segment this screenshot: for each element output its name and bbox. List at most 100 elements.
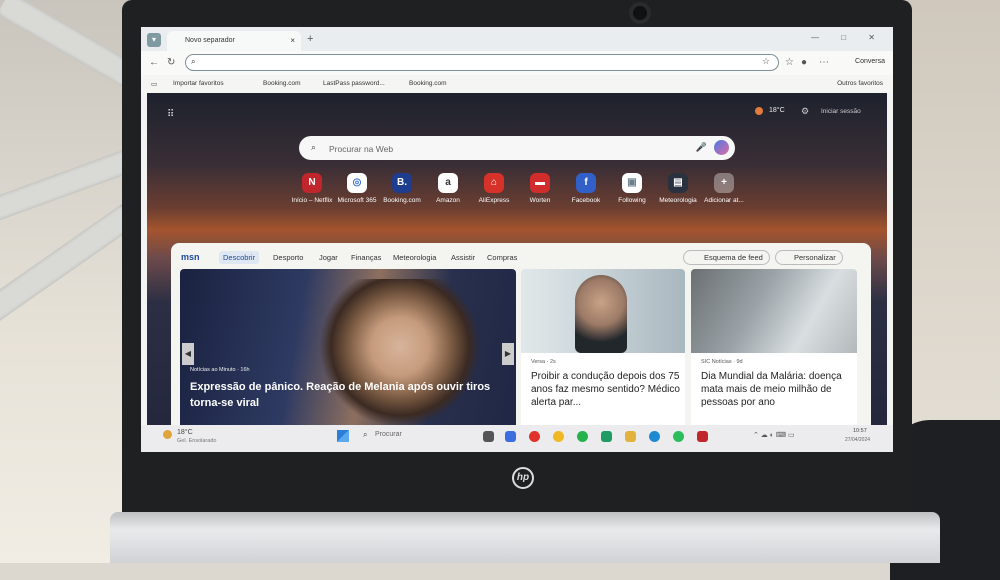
tile-label: Worten bbox=[529, 197, 551, 204]
tile-label: Booking.com bbox=[383, 197, 421, 204]
menu-icon[interactable]: ⋯ bbox=[819, 57, 829, 68]
add-shortcut-button[interactable]: + Adicionar at... bbox=[699, 173, 749, 204]
bookmarks-icon: ▭ bbox=[151, 81, 158, 88]
quick-link-aliexpress[interactable]: ⌂ AliExpress bbox=[469, 173, 519, 204]
weather-tile-icon: ▤ bbox=[668, 173, 688, 193]
tile-label: Microsoft 365 bbox=[337, 197, 377, 204]
microphone-icon[interactable]: 🎤 bbox=[696, 142, 707, 153]
weather-temp[interactable]: 18°C bbox=[769, 107, 785, 114]
favorite-star-icon[interactable]: ☆ bbox=[762, 56, 770, 67]
news-card-featured[interactable]: ◀ ▶ Notícias ao Minuto · 16h Expressão d… bbox=[180, 269, 516, 429]
news-card[interactable]: Versa · 2s Proibir a condução depois dos… bbox=[521, 269, 685, 429]
nav-tab-assistir[interactable]: Assistir bbox=[451, 253, 475, 262]
spotify-icon[interactable] bbox=[577, 431, 588, 442]
nav-tab-compras[interactable]: Compras bbox=[487, 253, 517, 262]
bookmark-import[interactable]: Importar favoritos bbox=[173, 80, 224, 87]
teams-icon[interactable] bbox=[505, 431, 516, 442]
windows-start-icon[interactable] bbox=[337, 430, 349, 442]
clock-date[interactable]: 27/04/2024 bbox=[845, 437, 870, 443]
tab-title: Novo separador bbox=[185, 37, 235, 44]
nav-tab-financas[interactable]: Finanças bbox=[351, 253, 381, 262]
following-icon: ▣ bbox=[622, 173, 642, 193]
copilot-icon[interactable] bbox=[714, 140, 729, 155]
worten-icon: ▬ bbox=[530, 173, 550, 193]
edge-icon[interactable] bbox=[649, 431, 660, 442]
bookmark-booking[interactable]: Booking.com bbox=[263, 80, 301, 87]
new-tab-button[interactable]: + bbox=[307, 33, 313, 45]
taskbar-weather-temp[interactable]: 18°C bbox=[177, 429, 193, 436]
opera-icon[interactable] bbox=[529, 431, 540, 442]
copilot-button[interactable]: Conversa bbox=[855, 58, 885, 65]
clock-time[interactable]: 10:57 bbox=[853, 428, 867, 434]
add-icon: + bbox=[714, 173, 734, 193]
webcam bbox=[629, 2, 651, 24]
aliexpress-icon: ⌂ bbox=[484, 173, 504, 193]
quick-link-netflix[interactable]: N Início – Netflix bbox=[287, 173, 337, 204]
news-source: SIC Notícias · 9d bbox=[701, 359, 743, 365]
netflix-taskbar-icon[interactable] bbox=[697, 431, 708, 442]
msn-feed: msn Descobrir Desporto Jogar Finanças Me… bbox=[171, 243, 871, 452]
window-controls[interactable]: — □ ✕ bbox=[811, 33, 885, 42]
whatsapp-icon[interactable] bbox=[601, 431, 612, 442]
news-title[interactable]: Expressão de pânico. Reação de Melania a… bbox=[190, 379, 506, 411]
nav-tab-jogar[interactable]: Jogar bbox=[319, 253, 338, 262]
file-explorer-icon[interactable] bbox=[625, 431, 636, 442]
taskbar-weather-desc: Gel. Ensolarado bbox=[177, 438, 217, 444]
hp-logo: hp bbox=[512, 467, 534, 489]
refresh-icon[interactable]: ↻ bbox=[167, 57, 175, 68]
profile-icon[interactable]: ● bbox=[801, 57, 807, 68]
chevron-right-icon[interactable]: ▶ bbox=[502, 343, 514, 365]
quick-link-microsoft365[interactable]: ◎ Microsoft 365 bbox=[332, 173, 382, 204]
task-view-icon[interactable] bbox=[483, 431, 494, 442]
tile-label: Meteorologia bbox=[659, 197, 697, 204]
quick-link-worten[interactable]: ▬ Worten bbox=[515, 173, 565, 204]
back-icon[interactable]: ← bbox=[149, 57, 159, 68]
chrome-icon[interactable] bbox=[553, 431, 564, 442]
windows-taskbar: 18°C Gel. Ensolarado ⌕ Procurar ⌃ ☁ ◐ ⌨ … bbox=[141, 425, 893, 452]
taskbar-search[interactable]: Procurar bbox=[375, 431, 402, 438]
bookmark-lastpass[interactable]: LastPass password... bbox=[323, 80, 385, 87]
netflix-icon: N bbox=[302, 173, 322, 193]
laptop-screen: ▾ Novo separador × + — □ ✕ ← ↻ ⌕ ☆ ☆ ● ⋯… bbox=[141, 27, 893, 452]
quick-link-amazon[interactable]: a Amazon bbox=[423, 173, 473, 204]
tile-label: Following bbox=[618, 197, 646, 204]
quick-link-facebook[interactable]: f Facebook bbox=[561, 173, 611, 204]
tile-label: Amazon bbox=[436, 197, 460, 204]
search-icon: ⌕ bbox=[363, 430, 368, 439]
news-title[interactable]: Proibir a condução depois dos 75 anos fa… bbox=[531, 370, 681, 409]
msn-logo[interactable]: msn bbox=[181, 252, 200, 262]
tab-new[interactable]: Novo separador × bbox=[167, 31, 301, 51]
url-input[interactable]: ⌕ ☆ bbox=[185, 54, 779, 71]
news-title[interactable]: Dia Mundial da Malária: doença mata mais… bbox=[701, 370, 853, 409]
bookmark-booking-2[interactable]: Booking.com bbox=[409, 80, 447, 87]
feed-layout-button[interactable]: Esquema de feed bbox=[683, 250, 770, 265]
tile-label: Adicionar at... bbox=[704, 197, 744, 204]
nav-tab-descobrir[interactable]: Descobrir bbox=[219, 251, 260, 264]
msn-nav: msn Descobrir Desporto Jogar Finanças Me… bbox=[171, 249, 871, 267]
news-card[interactable]: SIC Notícias · 9d Dia Mundial da Malária… bbox=[691, 269, 857, 429]
amazon-icon: a bbox=[438, 173, 458, 193]
weather-widget-icon[interactable] bbox=[163, 430, 172, 439]
chevron-left-icon[interactable]: ◀ bbox=[182, 343, 194, 365]
apps-grid-icon[interactable]: ⠿ bbox=[167, 109, 174, 120]
sign-in-link[interactable]: Iniciar sessão bbox=[821, 108, 861, 115]
tile-label: Início – Netflix bbox=[291, 197, 333, 204]
nav-tab-meteorologia[interactable]: Meteorologia bbox=[393, 253, 436, 262]
quick-link-booking[interactable]: B. Booking.com bbox=[377, 173, 427, 204]
other-bookmarks[interactable]: Outros favoritos bbox=[837, 80, 883, 87]
quick-link-following[interactable]: ▣ Following bbox=[607, 173, 657, 204]
close-tab-icon[interactable]: × bbox=[290, 36, 295, 45]
whatsapp-desktop-icon[interactable] bbox=[673, 431, 684, 442]
system-tray-icons[interactable]: ⌃ ☁ ◐ ⌨ ▭ bbox=[753, 431, 795, 439]
booking-icon: B. bbox=[392, 173, 412, 193]
quick-link-meteorologia[interactable]: ▤ Meteorologia bbox=[653, 173, 703, 204]
tab-bar: ▾ Novo separador × + — □ ✕ bbox=[141, 27, 893, 51]
search-placeholder: Procurar na Web bbox=[329, 144, 394, 154]
settings-gear-icon[interactable]: ⚙ bbox=[801, 106, 809, 117]
extensions-icon[interactable]: ☆ bbox=[785, 57, 794, 68]
tab-actions-icon[interactable]: ▾ bbox=[147, 33, 161, 47]
web-search-input[interactable]: ⌕ Procurar na Web 🎤 bbox=[299, 136, 735, 160]
personalize-button[interactable]: Personalizar bbox=[775, 250, 843, 265]
nav-tab-desporto[interactable]: Desporto bbox=[273, 253, 303, 262]
new-tab-page: ⠿ 18°C ⚙ Iniciar sessão ⌕ Procurar na We… bbox=[147, 93, 887, 452]
